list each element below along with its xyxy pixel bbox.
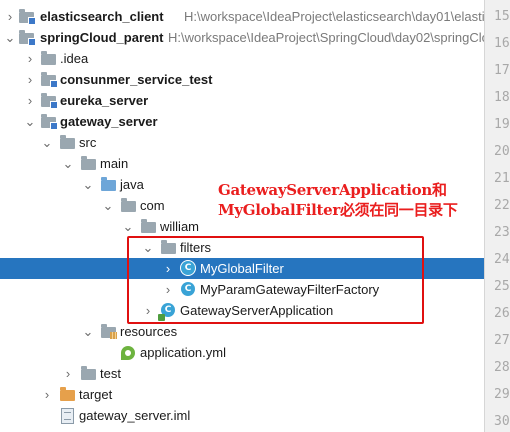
- tree-row-test[interactable]: › test: [0, 363, 484, 384]
- tree-row-springcloud-parent[interactable]: ⌄ springCloud_parent H:\workspace\IdeaPr…: [0, 27, 484, 48]
- chevron-down-icon[interactable]: ⌄: [41, 132, 53, 153]
- tree-row-resources[interactable]: ⌄ resources: [0, 321, 484, 342]
- tree-row-src[interactable]: ⌄ src: [0, 132, 484, 153]
- iml-file-icon: [60, 408, 76, 424]
- chevron-down-icon[interactable]: ⌄: [4, 27, 16, 48]
- tree-row-gateway-server-iml[interactable]: gateway_server.iml: [0, 405, 484, 426]
- line-number: 16: [494, 36, 510, 51]
- yaml-file-icon: [121, 345, 137, 360]
- tree-row-eureka-server[interactable]: › eureka_server: [0, 90, 484, 111]
- tree-row-label: springCloud_parent: [40, 30, 164, 45]
- tree-row-label: application.yml: [140, 345, 226, 360]
- line-number: 24: [494, 252, 510, 267]
- editor-line-gutter: 15 16 17 18 19 20 21 22 23 24 25 26 27 2…: [484, 0, 510, 432]
- line-number: 22: [494, 198, 510, 213]
- project-tree-panel[interactable]: › elasticsearch_client H:\workspace\Idea…: [0, 0, 484, 432]
- line-number: 15: [494, 9, 510, 24]
- chevron-right-icon[interactable]: ›: [24, 69, 36, 90]
- line-number: 26: [494, 306, 510, 321]
- module-path: H:\workspace\IdeaProject\elasticsearch\d…: [184, 9, 484, 24]
- module-folder-icon: [41, 114, 58, 130]
- resources-folder-icon: [101, 324, 117, 339]
- line-number: 20: [494, 144, 510, 159]
- highlight-box: [127, 236, 424, 324]
- tree-row-gateway-server[interactable]: ⌄ gateway_server: [0, 111, 484, 132]
- tree-row-label: william: [160, 219, 199, 234]
- chevron-down-icon[interactable]: ⌄: [102, 195, 114, 216]
- chevron-right-icon[interactable]: ›: [62, 363, 74, 384]
- line-number: 29: [494, 387, 510, 402]
- line-number: 18: [494, 90, 510, 105]
- tree-row-label: java: [120, 177, 144, 192]
- chevron-right-icon[interactable]: ›: [24, 48, 36, 69]
- line-number: 17: [494, 63, 510, 78]
- chevron-down-icon[interactable]: ⌄: [122, 216, 134, 237]
- chevron-down-icon[interactable]: ⌄: [62, 153, 74, 174]
- module-folder-icon: [19, 9, 36, 25]
- line-number: 30: [494, 414, 510, 429]
- line-number: 27: [494, 333, 510, 348]
- line-number: 28: [494, 360, 510, 375]
- chevron-right-icon[interactable]: ›: [4, 6, 16, 27]
- package-icon: [121, 198, 137, 213]
- excluded-folder-icon: [60, 387, 76, 402]
- tree-row-label: eureka_server: [60, 93, 149, 108]
- tree-row-consunmer-service-test[interactable]: › consunmer_service_test: [0, 69, 484, 90]
- chevron-down-icon[interactable]: ⌄: [82, 174, 94, 195]
- module-path: H:\workspace\IdeaProject\SpringCloud\day…: [168, 30, 484, 45]
- module-folder-icon: [41, 72, 58, 88]
- line-number: 23: [494, 225, 510, 240]
- annotation-line-1: GatewayServerApplication和: [218, 181, 447, 199]
- tree-row-target[interactable]: › target: [0, 384, 484, 405]
- folder-icon: [81, 366, 97, 381]
- chevron-down-icon[interactable]: ⌄: [82, 321, 94, 342]
- tree-row-elasticsearch-client[interactable]: › elasticsearch_client H:\workspace\Idea…: [0, 6, 484, 27]
- line-number: 25: [494, 279, 510, 294]
- folder-icon: [41, 51, 57, 66]
- tree-row-idea[interactable]: › .idea: [0, 48, 484, 69]
- tree-row-application-yml[interactable]: application.yml: [0, 342, 484, 363]
- tree-row-label: elasticsearch_client: [40, 9, 164, 24]
- tree-row-label: gateway_server: [60, 114, 158, 129]
- folder-icon: [81, 156, 97, 171]
- tree-row-label: .idea: [60, 51, 89, 66]
- chevron-down-icon[interactable]: ⌄: [24, 111, 36, 132]
- source-folder-icon: [101, 177, 117, 192]
- module-folder-icon: [19, 30, 36, 46]
- tree-row-label: gateway_server.iml: [79, 408, 191, 423]
- line-number: 21: [494, 171, 510, 186]
- chevron-right-icon[interactable]: ›: [41, 384, 53, 405]
- tree-row-main[interactable]: ⌄ main: [0, 153, 484, 174]
- line-number: 19: [494, 117, 510, 132]
- chevron-right-icon[interactable]: ›: [24, 90, 36, 111]
- module-folder-icon: [41, 93, 58, 109]
- tree-row-label: com: [140, 198, 165, 213]
- tree-row-label: main: [100, 156, 129, 171]
- tree-row-label: consunmer_service_test: [60, 72, 213, 87]
- tree-row-label: src: [79, 135, 97, 150]
- tree-row-label: resources: [120, 324, 178, 339]
- package-icon: [141, 219, 157, 234]
- folder-icon: [60, 135, 76, 150]
- tree-row-label: target: [79, 387, 113, 402]
- tree-row-label: test: [100, 366, 121, 381]
- annotation-line-2: MyGlobalFilter必须在同一目录下: [218, 201, 458, 219]
- annotation-note: GatewayServerApplication和 MyGlobalFilter…: [218, 180, 480, 220]
